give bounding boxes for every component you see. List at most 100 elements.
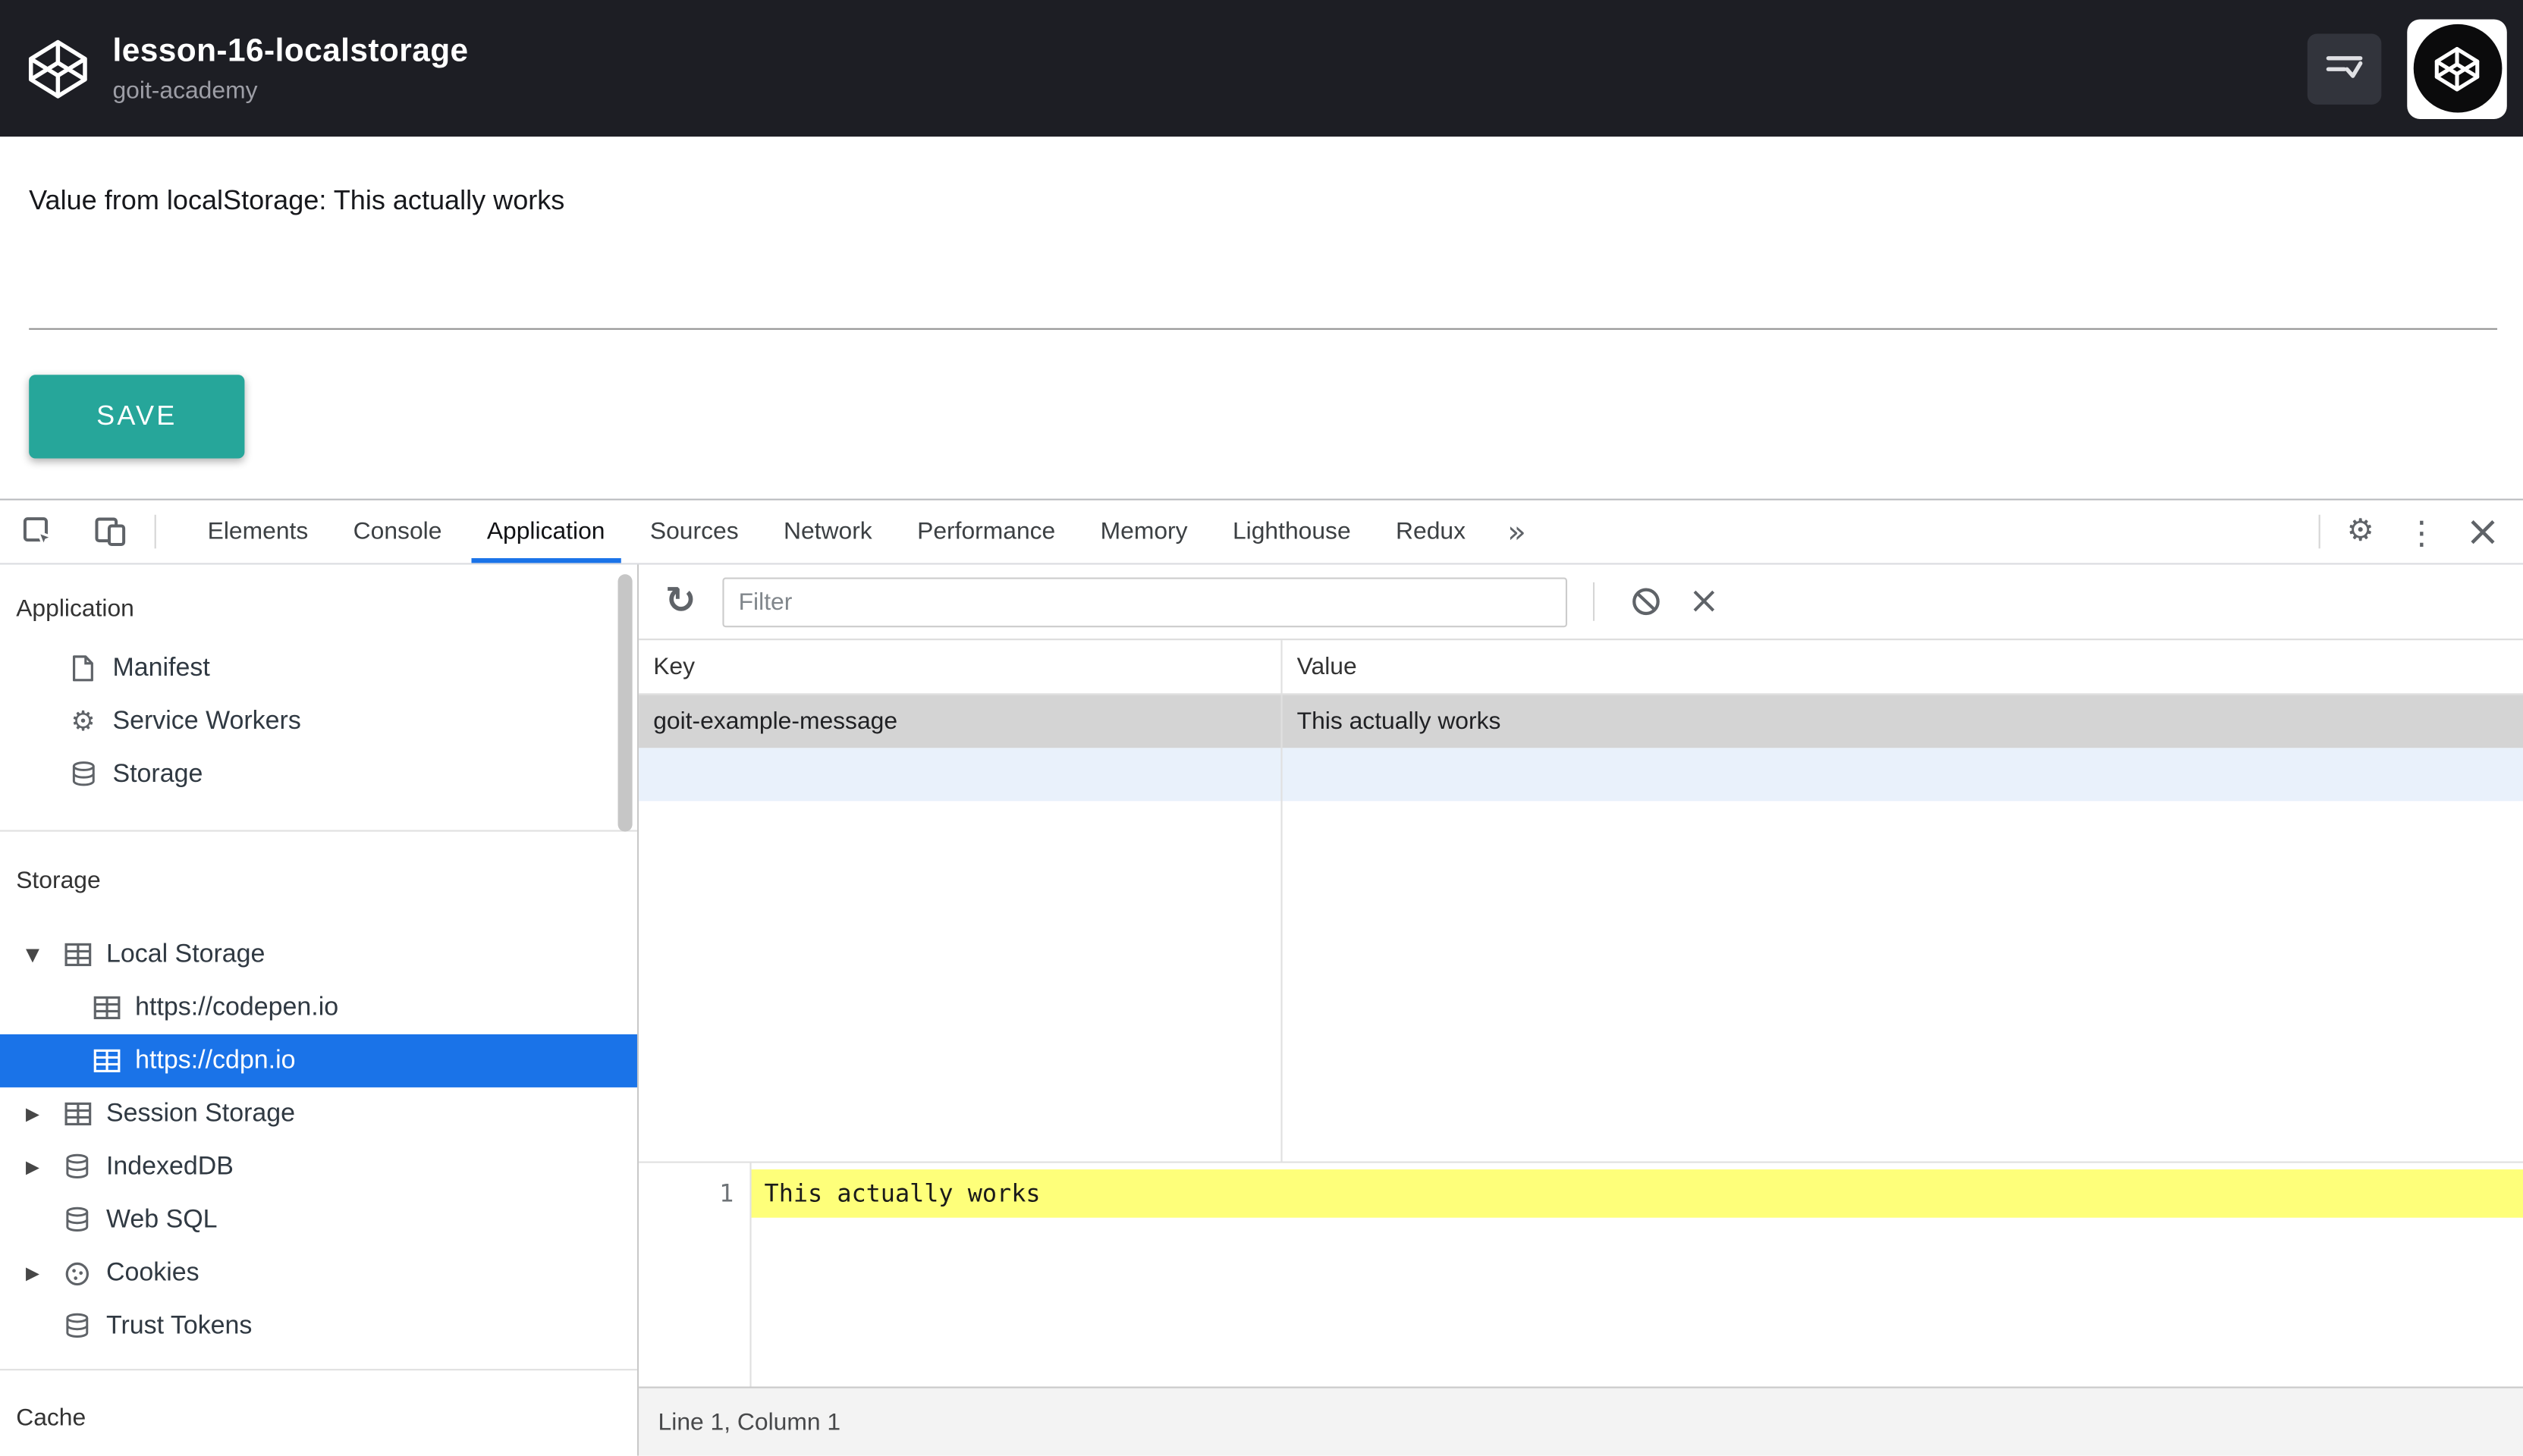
delete-selected-button[interactable]: × <box>1675 570 1733 634</box>
tree-item-label: Web SQL <box>105 1205 218 1233</box>
application-sidebar: Application Manifest ⚙ Service Workers S… <box>0 564 639 1456</box>
devtools-tabbar: Elements Console Application Sources Net… <box>0 500 2523 565</box>
avatar-cube-icon <box>2412 24 2502 113</box>
cell-value: This actually works <box>1296 708 1501 736</box>
filter-input[interactable] <box>722 576 1568 627</box>
tab-application[interactable]: Application <box>464 500 627 563</box>
sidebar-item-label: Manifest <box>112 654 210 682</box>
pen-author[interactable]: goit-academy <box>112 77 468 104</box>
section-title-storage: Storage <box>16 866 101 894</box>
tab-sources[interactable]: Sources <box>627 500 761 563</box>
clear-all-button[interactable] <box>1617 570 1675 634</box>
device-toolbar-button[interactable] <box>74 500 145 563</box>
save-button[interactable]: SAVE <box>29 375 245 459</box>
storage-value-text: Value from localStorage: This actually w… <box>29 184 565 216</box>
expander-right-icon[interactable]: ▶ <box>23 1103 64 1125</box>
sidebar-item-label: Storage <box>112 760 203 788</box>
tab-performance[interactable]: Performance <box>894 500 1078 563</box>
tree-item-local-storage[interactable]: ▼ Local Storage <box>0 928 637 981</box>
controls-divider <box>2318 514 2320 549</box>
column-header-key: Key <box>653 653 696 681</box>
table-row-empty[interactable] <box>639 748 2523 802</box>
table-row[interactable]: goit-example-message This actually works <box>639 695 2523 748</box>
pen-output: Value from localStorage: This actually w… <box>0 136 2523 499</box>
pen-title: lesson-16-localstorage <box>112 33 469 69</box>
more-tabs-button[interactable]: » <box>1488 500 1546 563</box>
message-input[interactable] <box>29 281 2498 330</box>
tree-item-label: Cookies <box>105 1258 200 1286</box>
expander-right-icon[interactable]: ▶ <box>23 1263 64 1284</box>
layout-check-icon <box>2323 52 2365 86</box>
value-preview: 1 This actually works <box>639 1163 2523 1387</box>
close-devtools-button[interactable]: × <box>2452 500 2514 563</box>
section-title-cache: Cache <box>16 1403 86 1431</box>
devtools-menu-button[interactable]: ⋮ <box>2391 500 2452 563</box>
tree-item-label: https://cdpn.io <box>135 1046 296 1074</box>
database-icon <box>64 1207 93 1234</box>
gear-icon: ⚙ <box>2346 513 2374 549</box>
expander-down-icon[interactable]: ▼ <box>23 944 64 965</box>
settings-button[interactable]: ⚙ <box>2330 500 2391 563</box>
tree-item-indexeddb[interactable]: ▶ IndexedDB <box>0 1141 637 1194</box>
status-bar: Line 1, Column 1 <box>639 1386 2523 1456</box>
panel-title-application: Application <box>16 594 134 622</box>
tab-lighthouse[interactable]: Lighthouse <box>1210 500 1373 563</box>
tree-item-session-storage[interactable]: ▶ Session Storage <box>0 1087 637 1141</box>
toolbar-divider <box>154 514 156 549</box>
tab-redux[interactable]: Redux <box>1373 500 1488 563</box>
preview-value-highlight: This actually works <box>751 1169 2523 1218</box>
refresh-icon: ↻ <box>665 579 696 622</box>
devtools-panel: Elements Console Application Sources Net… <box>0 498 2523 1456</box>
user-avatar[interactable] <box>2407 18 2507 118</box>
gear-icon: ⚙ <box>71 705 96 738</box>
table-icon <box>93 1049 122 1073</box>
cell-key: goit-example-message <box>653 708 898 736</box>
line-number: 1 <box>639 1163 752 1387</box>
table-header: Key Value <box>639 640 2523 695</box>
close-icon: × <box>1688 579 1720 622</box>
codepen-logo-icon[interactable] <box>26 36 90 101</box>
tab-memory[interactable]: Memory <box>1078 500 1210 563</box>
scrollbar-thumb[interactable] <box>617 574 633 832</box>
expander-right-icon[interactable]: ▶ <box>23 1156 64 1178</box>
kebab-icon: ⋮ <box>2405 512 2438 551</box>
tab-elements[interactable]: Elements <box>185 500 331 563</box>
tree-item-label: https://codepen.io <box>135 993 339 1021</box>
tree-item-label: IndexedDB <box>105 1152 234 1180</box>
tree-item-codepen-origin[interactable]: https://codepen.io <box>0 981 637 1034</box>
sidebar-item-storage[interactable]: Storage <box>0 748 637 801</box>
tab-console[interactable]: Console <box>331 500 464 563</box>
tree-item-web-sql[interactable]: Web SQL <box>0 1194 637 1247</box>
table-icon <box>93 996 122 1020</box>
devtools-body: Application Manifest ⚙ Service Workers S… <box>0 564 2523 1456</box>
local-storage-panel: ↻ × <box>639 565 2523 1456</box>
preview-code-area: This actually works <box>751 1163 2523 1387</box>
tree-item-label: Local Storage <box>105 940 265 968</box>
database-icon <box>64 1313 93 1340</box>
table-icon <box>64 943 93 967</box>
table-icon <box>64 1102 93 1126</box>
block-icon <box>1630 585 1662 617</box>
column-header-value: Value <box>1296 653 1357 681</box>
refresh-button[interactable]: ↻ <box>652 579 709 622</box>
editor-layout-button[interactable] <box>2307 33 2382 104</box>
tree-item-trust-tokens[interactable]: Trust Tokens <box>0 1300 637 1353</box>
tab-network[interactable]: Network <box>761 500 894 563</box>
tree-item-cdpn-origin[interactable]: https://cdpn.io <box>0 1034 637 1087</box>
sidebar-item-label: Service Workers <box>112 707 301 735</box>
tree-item-label: Session Storage <box>105 1099 296 1127</box>
storage-toolbar: ↻ × <box>639 565 2523 641</box>
column-resize-handle[interactable] <box>1280 640 1283 1162</box>
screen: lesson-16-localstorage goit-academy Valu… <box>0 0 2523 1456</box>
tree-item-cookies[interactable]: ▶ Cookies <box>0 1247 637 1300</box>
sidebar-item-manifest[interactable]: Manifest <box>0 642 637 695</box>
devtools-controls: ⚙ ⋮ × <box>2309 500 2523 563</box>
inspect-element-button[interactable] <box>0 500 74 563</box>
manifest-file-icon <box>71 654 99 682</box>
cursor-position: Line 1, Column 1 <box>658 1408 841 1436</box>
pen-titles: lesson-16-localstorage goit-academy <box>112 33 468 103</box>
database-icon <box>71 761 99 788</box>
table-empty-area <box>639 801 2523 1161</box>
sidebar-item-service-workers[interactable]: ⚙ Service Workers <box>0 695 637 748</box>
close-icon: × <box>2465 507 2501 556</box>
